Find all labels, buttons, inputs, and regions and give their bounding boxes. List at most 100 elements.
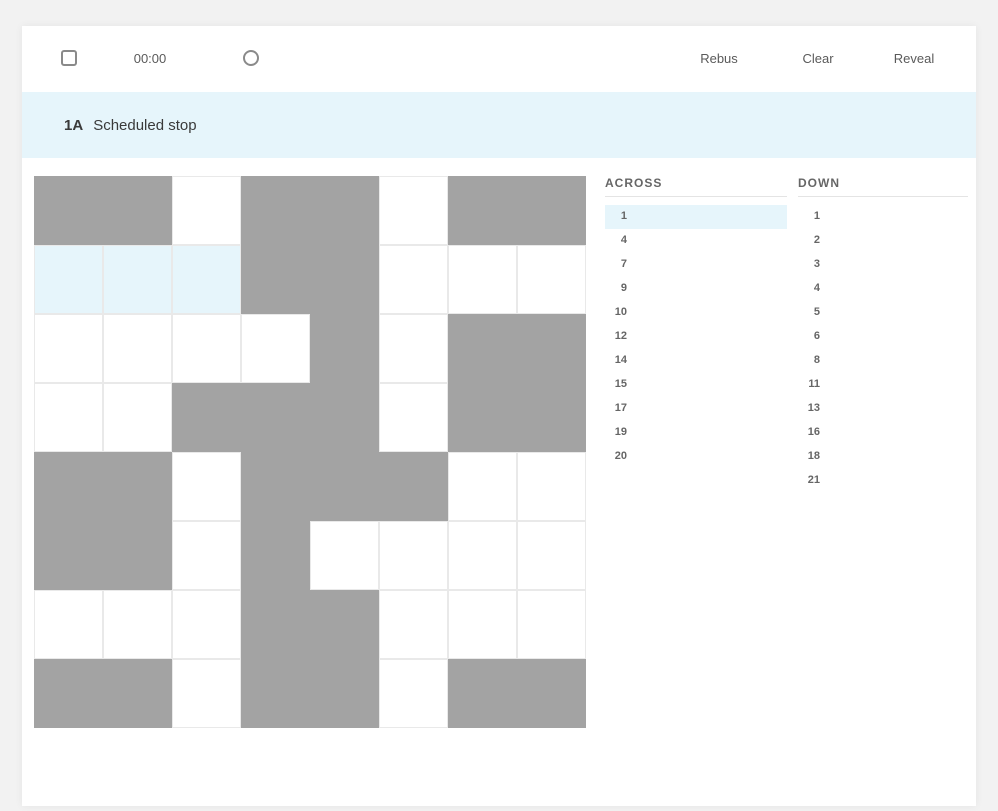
- down-clue-item[interactable]: 2: [798, 229, 968, 253]
- across-clue-item[interactable]: 19: [605, 421, 787, 445]
- grid-cell[interactable]: [34, 245, 103, 314]
- clear-button[interactable]: Clear: [786, 46, 850, 70]
- grid-block: [172, 383, 241, 452]
- grid-block: [103, 521, 172, 590]
- clue-text: [826, 377, 964, 391]
- grid-block: [517, 176, 586, 245]
- across-clue-item[interactable]: 7: [605, 253, 787, 277]
- grid-block: [34, 659, 103, 728]
- pause-button[interactable]: [240, 46, 262, 70]
- timer[interactable]: 00:00: [122, 46, 178, 70]
- crossword-grid[interactable]: [34, 176, 586, 728]
- grid-cell[interactable]: [172, 452, 241, 521]
- clue-number: 11: [808, 378, 820, 390]
- clue-number: 19: [614, 426, 627, 438]
- down-clue-item[interactable]: 16: [798, 421, 968, 445]
- across-clue-item[interactable]: 1: [605, 205, 787, 229]
- down-clue-item[interactable]: 1: [798, 205, 968, 229]
- grid-cell[interactable]: [103, 245, 172, 314]
- crossword-app: 00:00 Rebus Clear Reveal 1A Scheduled st…: [22, 26, 976, 806]
- grid-cell[interactable]: [517, 452, 586, 521]
- down-clue-item[interactable]: 11: [798, 373, 968, 397]
- down-clue-item[interactable]: 13: [798, 397, 968, 421]
- grid-block: [241, 659, 310, 728]
- grid-cell[interactable]: [34, 314, 103, 383]
- grid-cell[interactable]: [172, 521, 241, 590]
- grid-cell[interactable]: [172, 245, 241, 314]
- grid-block: [310, 590, 379, 659]
- grid-block: [103, 452, 172, 521]
- current-clue-bar: 1A Scheduled stop: [22, 92, 976, 158]
- grid-cell[interactable]: [34, 590, 103, 659]
- grid-cell[interactable]: [517, 521, 586, 590]
- down-clue-item[interactable]: 21: [798, 469, 968, 493]
- down-clue-item[interactable]: 8: [798, 349, 968, 373]
- clue-text: [633, 449, 783, 463]
- grid-cell[interactable]: [34, 383, 103, 452]
- clue-text: [826, 281, 964, 295]
- grid-cell[interactable]: [517, 590, 586, 659]
- across-clue-item[interactable]: 12: [605, 325, 787, 349]
- grid-cell[interactable]: [448, 590, 517, 659]
- grid-cell[interactable]: [448, 452, 517, 521]
- across-clue-item[interactable]: 10: [605, 301, 787, 325]
- grid-block: [103, 176, 172, 245]
- grid-cell[interactable]: [379, 521, 448, 590]
- clue-number: 17: [614, 402, 627, 414]
- grid-cell[interactable]: [379, 176, 448, 245]
- grid-cell[interactable]: [103, 590, 172, 659]
- clue-number: 2: [813, 234, 820, 246]
- clue-number: 3: [813, 258, 820, 270]
- clue-number: 4: [620, 234, 627, 246]
- across-clue-item[interactable]: 15: [605, 373, 787, 397]
- down-clue-item[interactable]: 6: [798, 325, 968, 349]
- across-clue-item[interactable]: 20: [605, 445, 787, 469]
- grid-cell[interactable]: [448, 245, 517, 314]
- grid-cell[interactable]: [172, 176, 241, 245]
- grid-cell[interactable]: [241, 314, 310, 383]
- grid-block: [310, 452, 379, 521]
- reveal-button[interactable]: Reveal: [874, 46, 954, 70]
- menu-button[interactable]: [58, 46, 80, 70]
- grid-cell[interactable]: [379, 590, 448, 659]
- grid-cell[interactable]: [379, 245, 448, 314]
- grid-cell[interactable]: [172, 659, 241, 728]
- grid-cell[interactable]: [172, 590, 241, 659]
- grid-cell[interactable]: [310, 521, 379, 590]
- rebus-button[interactable]: Rebus: [684, 46, 754, 70]
- clue-number: 20: [614, 450, 627, 462]
- timer-label: 00:00: [133, 50, 167, 66]
- clue-text: [633, 401, 783, 415]
- clue-number: 5: [813, 306, 820, 318]
- grid-cell[interactable]: [379, 383, 448, 452]
- clue-number: 10: [614, 306, 627, 318]
- grid-cell[interactable]: [517, 245, 586, 314]
- clue-text: [826, 209, 964, 223]
- down-clue-item[interactable]: 5: [798, 301, 968, 325]
- clue-text: [826, 233, 964, 247]
- grid-cell[interactable]: [379, 659, 448, 728]
- grid-block: [448, 659, 517, 728]
- clue-number: 9: [620, 282, 627, 294]
- down-clue-item[interactable]: 3: [798, 253, 968, 277]
- grid-cell[interactable]: [172, 314, 241, 383]
- grid-cell[interactable]: [103, 383, 172, 452]
- clue-text: [826, 449, 964, 463]
- grid-block: [379, 452, 448, 521]
- across-clue-item[interactable]: 14: [605, 349, 787, 373]
- grid-cell[interactable]: [379, 314, 448, 383]
- grid-block: [517, 314, 586, 383]
- grid-block: [310, 314, 379, 383]
- clue-text: [633, 257, 783, 271]
- grid-cell[interactable]: [448, 521, 517, 590]
- across-clue-item[interactable]: 17: [605, 397, 787, 421]
- grid-block: [103, 659, 172, 728]
- clue-number: 8: [813, 354, 820, 366]
- grid-cell[interactable]: [103, 314, 172, 383]
- across-clue-item[interactable]: 9: [605, 277, 787, 301]
- across-clue-item[interactable]: 4: [605, 229, 787, 253]
- clue-number: 18: [807, 450, 820, 462]
- down-clue-item[interactable]: 4: [798, 277, 968, 301]
- down-clue-item[interactable]: 18: [798, 445, 968, 469]
- clue-number: 21: [807, 474, 820, 486]
